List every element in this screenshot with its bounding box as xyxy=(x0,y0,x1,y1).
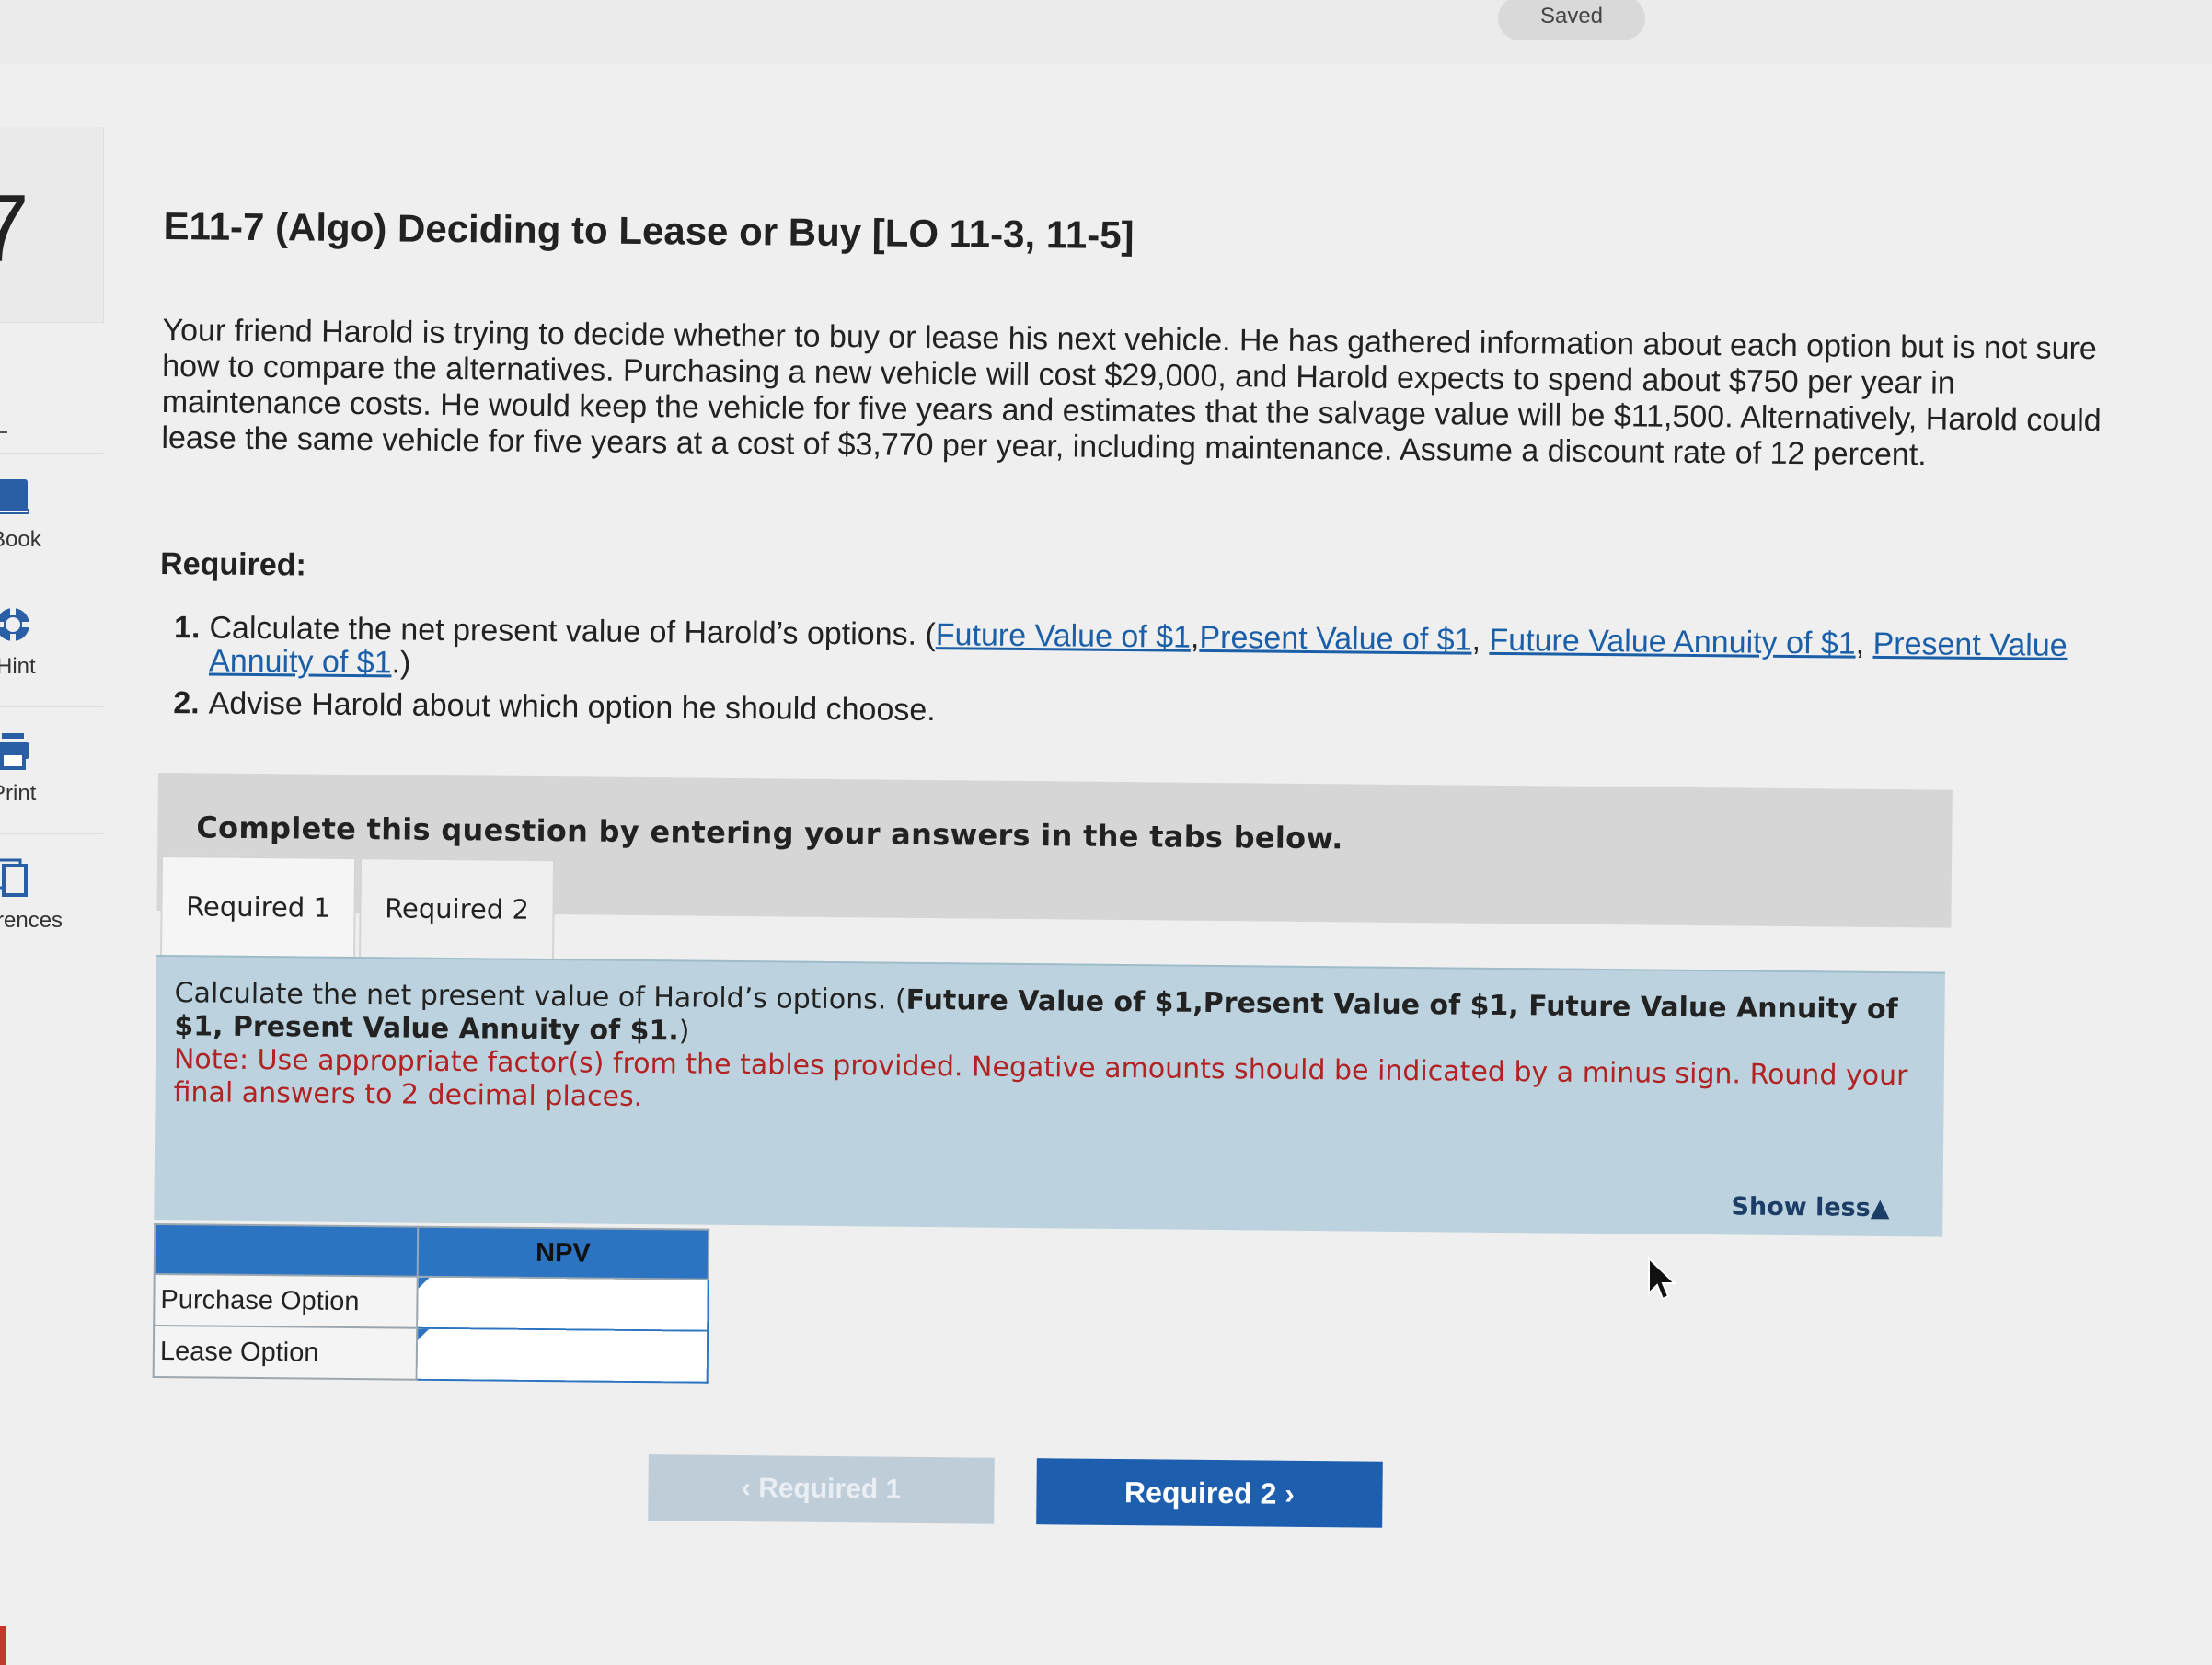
sidebar-item-book[interactable]: Book xyxy=(0,453,103,579)
instructions-text: Complete this question by entering your … xyxy=(196,810,1343,856)
chevron-right-icon: › xyxy=(1276,1476,1296,1510)
references-icon xyxy=(0,858,28,897)
next-label: Required 2 xyxy=(1123,1476,1277,1510)
row-label-lease: Lease Option xyxy=(153,1325,418,1380)
list-number: 2. xyxy=(173,685,200,721)
list-item: 1. Calculate the net present value of Ha… xyxy=(159,610,2074,695)
input-flag-icon xyxy=(418,1328,430,1340)
table-row: Purchase Option xyxy=(154,1273,710,1331)
tab-required-1[interactable]: Required 1 xyxy=(160,855,357,958)
sidebar-item-label: Hint xyxy=(0,654,36,679)
show-less-button[interactable]: Show less▲ xyxy=(1731,1192,1889,1223)
lease-npv-input[interactable] xyxy=(418,1329,710,1381)
tab-bar: Required 1 Required 2 xyxy=(160,855,556,959)
top-bar: Saved xyxy=(0,0,2212,64)
problem-description: Your friend Harold is trying to decide w… xyxy=(161,312,2102,473)
present-value-link[interactable]: Present Value of $1 xyxy=(1199,620,1471,658)
list-number: 1. xyxy=(173,610,201,646)
purchase-npv-cell xyxy=(417,1276,710,1331)
sidebar-item-label: Print xyxy=(0,781,37,806)
sidebar-accent-bar xyxy=(0,1626,6,1665)
separator: , xyxy=(1190,619,1200,655)
sidebar-divider xyxy=(0,431,7,433)
page-title: E11-7 (Algo) Deciding to Lease or Buy [L… xyxy=(163,203,1135,258)
question-number-box: 7 xyxy=(0,127,104,323)
triangle-up-icon: ▲ xyxy=(1870,1193,1890,1223)
required-heading: Required: xyxy=(159,545,306,583)
sidebar-item-label: Book xyxy=(0,527,41,552)
prev-required-button[interactable]: ‹ Required 1 xyxy=(648,1454,995,1524)
question-number: 7 xyxy=(0,176,29,282)
print-icon xyxy=(0,733,29,770)
table-header-blank xyxy=(154,1223,419,1277)
question-content: E11-7 (Algo) Deciding to Lease or Buy [L… xyxy=(153,193,2151,1528)
prev-label: Required 1 xyxy=(757,1473,902,1505)
list-item: 2. Advise Harold about which option he s… xyxy=(159,685,2073,738)
table-header-row: NPV xyxy=(154,1223,709,1280)
panel-tail: ) xyxy=(678,1015,690,1048)
requirement-2-text: Advise Harold about which option he shou… xyxy=(208,685,936,729)
purchase-npv-input[interactable] xyxy=(419,1278,710,1329)
sidebar-item-label: rences xyxy=(0,908,63,933)
mouse-cursor-icon xyxy=(1648,1257,1677,1301)
future-value-link[interactable]: Future Value of $1 xyxy=(936,617,1192,655)
separator: , xyxy=(1855,626,1873,661)
chevron-left-icon: ‹ xyxy=(741,1473,759,1504)
required-list: 1. Calculate the net present value of Ha… xyxy=(158,610,2074,747)
saved-status-badge: Saved xyxy=(1498,0,1645,40)
show-less-label: Show less xyxy=(1731,1192,1871,1223)
npv-column-header: NPV xyxy=(417,1226,709,1280)
separator: , xyxy=(1471,622,1490,658)
input-flag-icon xyxy=(418,1277,430,1289)
row-label-purchase: Purchase Option xyxy=(154,1273,418,1328)
lease-npv-cell xyxy=(416,1327,710,1383)
sidebar-item-hint[interactable]: Hint xyxy=(0,580,103,706)
next-required-button[interactable]: Required 2 › xyxy=(1036,1458,1383,1528)
future-value-annuity-link[interactable]: Future Value Annuity of $1 xyxy=(1489,623,1856,661)
sidebar: 7 Book Hint Print xyxy=(0,64,104,1665)
sidebar-item-references[interactable]: rences xyxy=(0,833,103,959)
requirement-text-suffix: .) xyxy=(391,645,411,681)
hint-icon xyxy=(0,608,29,641)
requirement-1-text: Calculate the net present value of Harol… xyxy=(209,610,2074,695)
table-row: Lease Option xyxy=(153,1325,710,1383)
npv-table: NPV Purchase Option Lease Option xyxy=(153,1223,710,1384)
panel-note: Note: Use appropriate factor(s) from the… xyxy=(173,1043,1908,1114)
book-icon xyxy=(0,479,29,514)
instruction-panel: Calculate the net present value of Harol… xyxy=(154,954,1945,1237)
sidebar-item-print[interactable]: Print xyxy=(0,706,103,832)
panel-text: Calculate the net present value of Harol… xyxy=(173,977,1922,1126)
tab-required-2[interactable]: Required 2 xyxy=(359,857,556,959)
